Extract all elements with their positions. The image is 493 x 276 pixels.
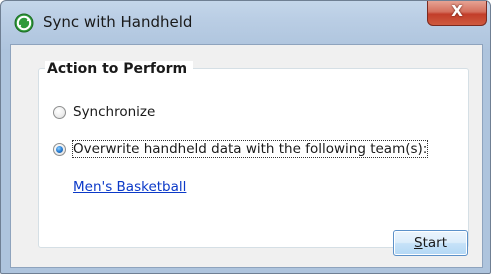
start-button[interactable]: Start — [393, 230, 468, 256]
groupbox-title: Action to Perform — [45, 61, 194, 77]
window-title: Sync with Handheld — [43, 13, 193, 31]
action-groupbox — [38, 68, 469, 248]
overwrite-label[interactable]: Overwrite handheld data with the followi… — [71, 140, 429, 158]
close-button[interactable]: X — [427, 1, 487, 26]
start-button-mnemonic: S — [414, 235, 423, 251]
title-bar[interactable]: Sync with Handheld X — [1, 1, 490, 45]
sync-dialog-window: Sync with Handheld X Action to Perform S… — [0, 0, 491, 274]
team-link[interactable]: Men's Basketball — [73, 179, 186, 195]
overwrite-radio[interactable] — [53, 143, 66, 156]
synchronize-radio[interactable] — [53, 106, 66, 119]
close-icon: X — [451, 2, 463, 20]
dialog-client-area: Action to Perform Synchronize Overwrite … — [10, 44, 483, 268]
synchronize-label[interactable]: Synchronize — [73, 104, 155, 120]
start-button-label: tart — [422, 235, 447, 251]
sync-icon — [14, 13, 34, 33]
